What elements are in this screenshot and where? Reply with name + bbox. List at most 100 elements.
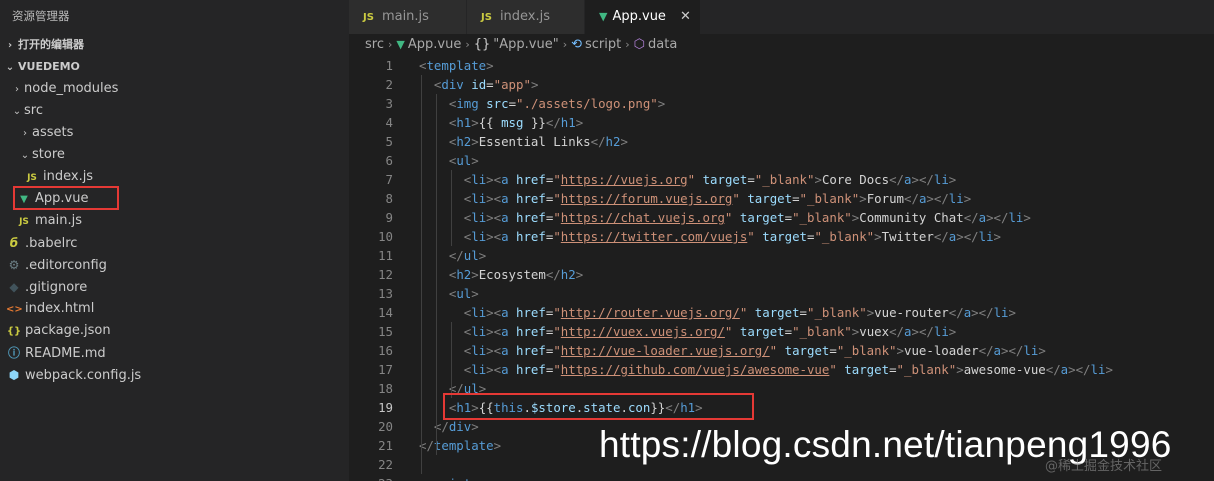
code-line: 15 <li><a href="http://vuex.vuejs.org/" … <box>349 322 1214 341</box>
line-number: 14 <box>378 305 393 320</box>
code-line: 11 </ul> <box>349 246 1214 265</box>
gear-icon: ⚙ <box>8 258 20 272</box>
tree-item-gitignore[interactable]: ◆ .gitignore <box>0 276 349 298</box>
line-number: 17 <box>378 362 393 377</box>
tree-item-src[interactable]: ⌄ src <box>0 100 349 122</box>
line-number: 1 <box>385 58 393 73</box>
code-editor[interactable]: 1 <template> 2 <div id="app"> 3 <img src=… <box>349 56 1214 481</box>
code-line: 7 <li><a href="https://vuejs.org" target… <box>349 170 1214 189</box>
tree-item-label: store <box>32 147 65 162</box>
tree-item-main-js[interactable]: JS main.js <box>0 210 349 232</box>
html-file-icon: <> <box>6 304 23 315</box>
project-section[interactable]: ⌄ VUEDEMO <box>0 56 349 78</box>
close-icon[interactable]: ✕ <box>680 9 691 24</box>
open-editors-label: 打开的编辑器 <box>18 38 84 51</box>
code-line: 1 <template> <box>349 56 1214 75</box>
code-line: 17 <li><a href="https://github.com/vuejs… <box>349 360 1214 379</box>
watermark-community: @稀土掘金技术社区 <box>1045 459 1163 474</box>
tree-item-package-json[interactable]: {} package.json <box>0 320 349 342</box>
js-file-icon: JS <box>19 217 29 227</box>
tab-label: index.js <box>499 9 551 24</box>
chevron-right-icon: › <box>465 38 470 51</box>
vue-file-icon: ▼ <box>599 10 608 23</box>
tree-item-index-html[interactable]: <> index.html <box>0 298 349 320</box>
line-number: 7 <box>385 172 393 187</box>
code-line: 8 <li><a href="https://forum.vuejs.org" … <box>349 189 1214 208</box>
tree-item-label: index.js <box>43 169 94 184</box>
open-editors-section[interactable]: › 打开的编辑器 <box>0 34 349 56</box>
tree-item-readme[interactable]: ⓘ README.md <box>0 342 349 364</box>
tree-item-label: .gitignore <box>25 280 88 295</box>
code-line: 23<script> <box>349 474 1214 481</box>
code-line: 9 <li><a href="https://chat.vuejs.org" t… <box>349 208 1214 227</box>
tree-item-assets[interactable]: › assets <box>0 122 349 144</box>
tree-item-label: node_modules <box>24 81 119 96</box>
tree-item-index-js[interactable]: JS index.js <box>0 166 349 188</box>
indent-guide <box>451 170 452 246</box>
code-line: 13 <ul> <box>349 284 1214 303</box>
tab-index-js[interactable]: JS index.js <box>467 0 585 34</box>
chevron-down-icon: ⌄ <box>5 62 15 73</box>
tree-item-label: assets <box>32 125 74 140</box>
tree-item-babelrc[interactable]: б .babelrc <box>0 232 349 254</box>
tab-bar: JS main.js JS index.js ▼ App.vue ✕ <box>349 0 1214 34</box>
chevron-down-icon: ⌄ <box>12 106 22 117</box>
tree-item-webpack-config[interactable]: ⬢ webpack.config.js <box>0 364 349 386</box>
js-file-icon: JS <box>481 12 492 23</box>
tab-label: App.vue <box>612 9 666 24</box>
line-number: 3 <box>385 96 393 111</box>
line-number: 9 <box>385 210 393 225</box>
breadcrumb-item-data[interactable]: data <box>648 37 677 52</box>
explorer-sidebar: 资源管理器 › 打开的编辑器 ⌄ VUEDEMO › node_modules ⌄ sr… <box>0 0 349 481</box>
breadcrumb-item-file[interactable]: App.vue <box>408 37 461 52</box>
curly-braces-icon: {} <box>473 37 491 52</box>
webpack-icon: ⬢ <box>8 368 20 382</box>
info-icon: ⓘ <box>7 346 20 360</box>
line-number: 12 <box>378 267 393 282</box>
project-label: VUEDEMO <box>18 60 80 73</box>
script-icon: ⟲ <box>571 37 583 52</box>
indent-guide <box>436 94 437 455</box>
code-line: 3 <img src="./assets/logo.png"> <box>349 94 1214 113</box>
tree-item-store[interactable]: ⌄ store <box>0 144 349 166</box>
tree-item-label: README.md <box>25 346 106 361</box>
line-number: 18 <box>378 381 393 396</box>
line-number: 5 <box>385 134 393 149</box>
editor-area: JS main.js JS index.js ▼ App.vue ✕ src › ▼ App.… <box>349 0 1214 481</box>
line-number: 16 <box>378 343 393 358</box>
chevron-right-icon: › <box>7 40 13 51</box>
line-number: 21 <box>378 438 393 453</box>
breadcrumb: src › ▼ App.vue ›{} "App.vue" › ⟲ script › ⬡ data <box>349 34 1214 56</box>
highlight-box-app-vue <box>13 186 119 210</box>
code-line: 10 <li><a href="https://twitter.com/vuej… <box>349 227 1214 246</box>
code-line: 16 <li><a href="http://vue-loader.vuejs.… <box>349 341 1214 360</box>
line-number: 19 <box>378 400 393 415</box>
tree-item-node-modules[interactable]: › node_modules <box>0 78 349 100</box>
breadcrumb-item-module[interactable]: "App.vue" <box>493 37 558 52</box>
code-line: 5 <h2>Essential Links</h2> <box>349 132 1214 151</box>
breadcrumb-item-script[interactable]: script <box>585 37 621 52</box>
babel-file-icon: б <box>9 236 19 250</box>
chevron-right-icon: › <box>625 38 630 51</box>
code-line: 18 </ul> <box>349 379 1214 398</box>
indent-guide <box>451 322 452 398</box>
code-line: 4 <h1>{{ msg }}</h1> <box>349 113 1214 132</box>
code-line: 14 <li><a href="http://router.vuejs.org/… <box>349 303 1214 322</box>
tab-app-vue[interactable]: ▼ App.vue ✕ <box>585 0 701 34</box>
chevron-right-icon: › <box>23 128 27 139</box>
line-number: 11 <box>378 248 393 263</box>
tree-item-label: webpack.config.js <box>25 368 142 383</box>
code-line-current: 19 <h1>{{this.$store.state.con}}</h1> <box>349 398 1214 417</box>
json-file-icon: {} <box>6 326 22 337</box>
explorer-title: 资源管理器 <box>12 9 70 23</box>
git-icon: ◆ <box>9 280 19 294</box>
chevron-right-icon: › <box>562 38 568 51</box>
breadcrumb-item-src[interactable]: src <box>365 37 384 52</box>
line-number: 20 <box>378 419 393 434</box>
vue-file-icon: ▼ <box>396 38 405 51</box>
tab-main-js[interactable]: JS main.js <box>349 0 467 34</box>
tree-item-editorconfig[interactable]: ⚙ .editorconfig <box>0 254 349 276</box>
line-number: 13 <box>378 286 393 301</box>
line-number: 4 <box>385 115 393 130</box>
chevron-right-icon: › <box>15 84 19 95</box>
